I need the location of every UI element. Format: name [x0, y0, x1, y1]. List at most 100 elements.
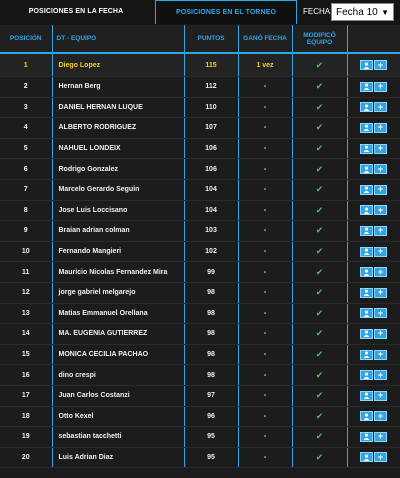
add-button[interactable]: + — [374, 225, 387, 236]
tab-posiciones-fecha[interactable]: POSICIONES EN LA FECHA — [2, 0, 150, 24]
table-row[interactable]: 19 sebastian tacchetti 95- ✔ + — [0, 426, 400, 448]
row-team-name[interactable]: Matias Emmanuel Orellana — [51, 303, 185, 325]
header-points[interactable]: PUNTOS — [184, 25, 238, 54]
add-button[interactable]: + — [374, 349, 387, 360]
standings-table: POSICIÓN DT - EQUIPO PUNTOS GANÓ FECHA M… — [0, 25, 400, 469]
row-team-name[interactable]: MONICA CECILIA PACHAO — [51, 344, 185, 366]
view-team-button[interactable] — [360, 225, 373, 236]
add-button[interactable]: + — [374, 328, 387, 339]
header-team[interactable]: DT - EQUIPO — [51, 25, 185, 54]
row-team-name[interactable]: Braian adrian colman — [51, 220, 185, 242]
table-row[interactable]: 13 Matias Emmanuel Orellana 98- ✔ + — [0, 303, 400, 325]
view-team-button[interactable] — [360, 390, 373, 401]
view-team-button[interactable] — [360, 370, 373, 381]
add-button[interactable]: + — [374, 267, 387, 278]
row-team-name[interactable]: sebastian tacchetti — [51, 426, 185, 448]
view-team-button[interactable] — [360, 164, 373, 175]
row-team-name[interactable]: Jose Luis Loccisano — [51, 200, 185, 222]
view-team-button[interactable] — [360, 328, 373, 339]
add-button[interactable]: + — [374, 164, 387, 175]
add-button[interactable]: + — [374, 122, 387, 133]
row-team-name[interactable]: Rodrigo Gonzalez — [51, 158, 185, 180]
table-row[interactable]: 14 MA. EUGENIA GUTIERREZ 98- ✔ + — [0, 323, 400, 345]
row-team-name[interactable]: ALBERTO RODRIGUEZ — [51, 117, 185, 139]
table-row[interactable]: 20 Luis Adrian Diaz 95- ✔ + — [0, 447, 400, 469]
view-team-button[interactable] — [360, 122, 373, 133]
table-row[interactable]: 10 Fernando Mangieri 102- ✔ + — [0, 241, 400, 263]
add-button[interactable]: + — [374, 431, 387, 442]
view-team-button[interactable] — [360, 411, 373, 422]
add-button[interactable]: + — [374, 308, 387, 319]
view-team-button[interactable] — [360, 143, 373, 154]
view-team-button[interactable] — [360, 184, 373, 195]
row-team-name[interactable]: Diego Lopez — [51, 53, 185, 77]
add-button[interactable]: + — [374, 184, 387, 195]
table-row[interactable]: 9 Braian adrian colman 103- ✔ + — [0, 220, 400, 242]
add-button[interactable]: + — [374, 370, 387, 381]
user-icon — [363, 83, 370, 91]
row-won: - — [237, 241, 293, 263]
add-button[interactable]: + — [374, 102, 387, 113]
row-points: 98 — [184, 282, 238, 304]
table-row[interactable]: 15 MONICA CECILIA PACHAO 98- ✔ + — [0, 344, 400, 366]
add-button[interactable]: + — [374, 452, 387, 463]
add-button[interactable]: + — [374, 411, 387, 422]
view-team-button[interactable] — [360, 349, 373, 360]
row-team-name[interactable]: NAHUEL LONDEIX — [51, 138, 185, 160]
view-team-button[interactable] — [360, 287, 373, 298]
plus-icon: + — [377, 81, 384, 92]
row-team-name[interactable]: Juan Carlos Costanzi — [51, 385, 185, 407]
view-team-button[interactable] — [360, 308, 373, 319]
add-button[interactable]: + — [374, 390, 387, 401]
table-row[interactable]: 16 dino crespi 98- ✔ + — [0, 364, 400, 386]
row-team-name[interactable]: Marcelo Gerardo Seguin — [51, 179, 185, 201]
header-won[interactable]: GANÓ FECHA — [237, 25, 293, 54]
view-team-button[interactable] — [360, 60, 373, 70]
row-team-name[interactable]: DANIEL HERNAN LUQUE — [51, 97, 185, 119]
view-team-button[interactable] — [360, 205, 373, 216]
row-action-buttons: + — [360, 60, 387, 70]
add-button[interactable]: + — [374, 287, 387, 298]
row-team-name[interactable]: Fernando Mangieri — [51, 241, 185, 263]
row-action-buttons: + — [360, 287, 387, 298]
row-team-name[interactable]: Luis Adrian Diaz — [51, 447, 185, 469]
row-position: 8 — [0, 200, 52, 222]
add-button[interactable]: + — [374, 143, 387, 154]
add-button[interactable]: + — [374, 81, 387, 92]
row-team-name[interactable]: Mauricio Nicolas Fernandez Mira — [51, 261, 185, 283]
row-team-name[interactable]: dino crespi — [51, 364, 185, 386]
table-row[interactable]: 6 Rodrigo Gonzalez 106- ✔ + — [0, 158, 400, 180]
table-row[interactable]: 5 NAHUEL LONDEIX 106- ✔ + — [0, 138, 400, 160]
table-row[interactable]: 8 Jose Luis Loccisano 104- ✔ + — [0, 200, 400, 222]
table-row[interactable]: 17 Juan Carlos Costanzi 97- ✔ + — [0, 385, 400, 407]
plus-icon: + — [377, 328, 384, 339]
table-row[interactable]: 12 jorge gabriel melgarejo 98- ✔ + — [0, 282, 400, 304]
row-team-name[interactable]: jorge gabriel melgarejo — [51, 282, 185, 304]
user-icon — [363, 207, 370, 214]
view-team-button[interactable] — [360, 246, 373, 257]
table-row[interactable]: 4 ALBERTO RODRIGUEZ 107- ✔ + — [0, 117, 400, 139]
table-row[interactable]: 11 Mauricio Nicolas Fernandez Mira 99- ✔ + — [0, 261, 400, 283]
add-button[interactable]: + — [374, 246, 387, 257]
header-position[interactable]: POSICIÓN — [0, 25, 52, 54]
header-modified[interactable]: MODIFICÓ EQUIPO — [292, 25, 347, 54]
row-modified: ✔ — [292, 117, 347, 139]
row-team-name[interactable]: MA. EUGENIA GUTIERREZ — [51, 323, 185, 345]
view-team-button[interactable] — [360, 81, 373, 92]
table-row[interactable]: 3 DANIEL HERNAN LUQUE 110- ✔ + — [0, 97, 400, 119]
add-button[interactable]: + — [374, 205, 387, 216]
tab-posiciones-torneo[interactable]: POSICIONES EN EL TORNEO — [155, 0, 297, 24]
row-team-name[interactable]: Otto Kexel — [51, 406, 185, 428]
table-row[interactable]: 7 Marcelo Gerardo Seguin 104- ✔ + — [0, 179, 400, 201]
table-row[interactable]: 2 Hernan Berg 112- ✔ + — [0, 76, 400, 98]
table-row[interactable]: 18 Otto Kexel 96- ✔ + — [0, 406, 400, 428]
row-team-name[interactable]: Hernan Berg — [51, 76, 185, 98]
table-row[interactable]: 1 Diego Lopez 115 1 vez ✔ + — [0, 53, 400, 77]
view-team-button[interactable] — [360, 431, 373, 442]
add-button[interactable]: + — [374, 60, 387, 70]
check-icon: ✔ — [315, 122, 324, 133]
view-team-button[interactable] — [360, 102, 373, 113]
view-team-button[interactable] — [360, 452, 373, 463]
view-team-button[interactable] — [360, 267, 373, 278]
fecha-select[interactable]: Fecha 10 ▼ — [331, 3, 394, 21]
